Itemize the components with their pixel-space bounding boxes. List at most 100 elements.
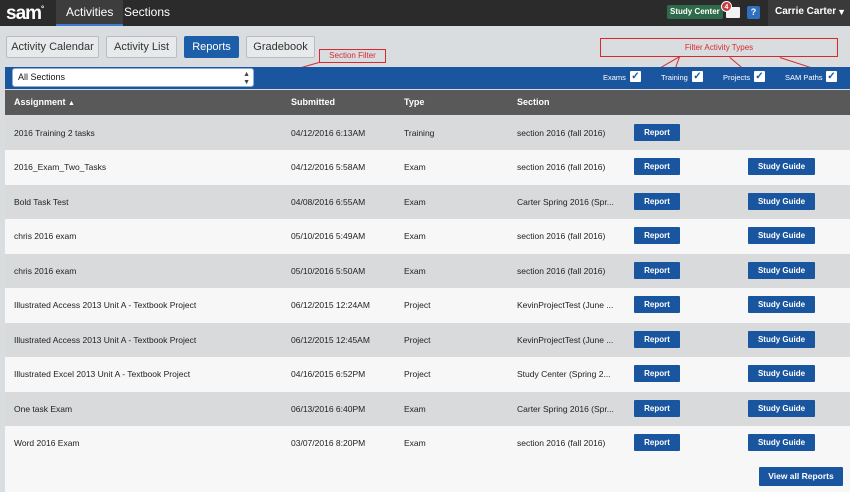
- user-menu[interactable]: Carrie Carter ▼: [768, 0, 850, 26]
- cell-section: Carter Spring 2016 (Spr...: [517, 196, 614, 207]
- report-button[interactable]: Report: [634, 158, 680, 175]
- study-guide-button[interactable]: Study Guide: [748, 399, 815, 417]
- chevron-down-icon: ▼: [837, 7, 846, 17]
- cell-section: section 2016 (fall 2016): [517, 265, 606, 276]
- cell-section: section 2016 (fall 2016): [517, 127, 606, 138]
- sam-logo[interactable]: sam°: [6, 3, 44, 25]
- cell-submitted: 06/13/2016 6:40PM: [291, 403, 366, 414]
- section-filter-callout: Section Filter: [319, 49, 386, 63]
- cell-type: Project: [404, 369, 431, 379]
- filter-types-callout: Filter Activity Types: [600, 38, 838, 57]
- cell-submitted: 03/07/2016 8:20PM: [291, 438, 366, 448]
- report-button[interactable]: Report: [634, 261, 680, 279]
- sam-paths-checkbox[interactable]: ✓: [826, 71, 837, 82]
- study-guide-button[interactable]: Study Guide: [748, 227, 815, 244]
- study-guide-button[interactable]: Study Guide: [748, 296, 815, 313]
- logo-mark: °: [41, 4, 44, 14]
- filter-label-sam-paths: SAM Paths: [785, 73, 823, 82]
- cell-type: Training: [404, 127, 435, 138]
- cell-submitted: 06/12/2015 12:45AM: [291, 334, 370, 345]
- exams-checkbox[interactable]: ✓: [630, 71, 641, 82]
- cell-type: Project: [404, 300, 431, 310]
- cell-section: section 2016 (fall 2016): [517, 438, 606, 448]
- section-select[interactable]: All Sections ▲ ▼: [12, 68, 254, 87]
- table-row: chris 2016 exam 05/10/2016 5:49AM Exam sect…: [5, 219, 850, 254]
- cell-section: Study Center (Spring 2...: [517, 369, 611, 379]
- tab-gradebook[interactable]: Gradebook: [246, 36, 315, 58]
- cell-submitted: 04/12/2016 6:13AM: [291, 127, 366, 138]
- filter-label-exams: Exams: [603, 73, 626, 82]
- cell-section: section 2016 (fall 2016): [517, 162, 606, 172]
- cell-assignment: 2016_Exam_Two_Tasks: [14, 162, 107, 172]
- table-header: Assignment ▲ Submitted Type Section: [5, 90, 850, 115]
- select-arrows-icon: ▲ ▼: [243, 71, 250, 86]
- cell-type: Project: [404, 334, 431, 345]
- cell-assignment: Illustrated Access 2013 Unit A - Textboo…: [14, 334, 197, 345]
- filter-bar: All Sections ▲ ▼ Exams ✓ Training ✓ Proje…: [5, 67, 850, 89]
- table-row: Word 2016 Exam 03/07/2016 8:20PM Exam secti…: [5, 426, 850, 461]
- report-button[interactable]: Report: [634, 330, 680, 348]
- cell-submitted: 04/08/2016 6:55AM: [291, 196, 366, 207]
- tab-activity-list[interactable]: Activity List: [106, 36, 177, 58]
- report-button[interactable]: Report: [634, 227, 680, 244]
- cell-type: Exam: [404, 403, 426, 414]
- study-guide-button[interactable]: Study Guide: [748, 158, 815, 175]
- header-section[interactable]: Section: [517, 90, 550, 115]
- study-guide-button[interactable]: Study Guide: [748, 365, 815, 382]
- table-row: Illustrated Access 2013 Unit A - Textboo…: [5, 322, 850, 357]
- cell-submitted: 05/10/2016 5:50AM: [291, 265, 366, 276]
- table-row: 2016_Exam_Two_Tasks 04/12/2016 5:58AM Exam…: [5, 150, 850, 185]
- study-guide-button[interactable]: Study Guide: [748, 434, 815, 451]
- study-center-button[interactable]: Study Center: [667, 5, 723, 19]
- cell-submitted: 05/10/2016 5:49AM: [291, 231, 366, 241]
- view-all-reports-button[interactable]: View all Reports: [759, 467, 843, 486]
- cell-submitted: 06/12/2015 12:24AM: [291, 300, 370, 310]
- report-button[interactable]: Report: [634, 399, 680, 417]
- cell-section: KevinProjectTest (June ...: [517, 334, 614, 345]
- study-guide-button[interactable]: Study Guide: [748, 192, 815, 210]
- tab-reports[interactable]: Reports: [184, 36, 239, 58]
- cell-assignment: One task Exam: [14, 403, 73, 414]
- cell-type: Exam: [404, 231, 426, 241]
- projects-checkbox[interactable]: ✓: [754, 71, 765, 82]
- report-button[interactable]: Report: [634, 123, 680, 141]
- cell-type: Exam: [404, 438, 426, 448]
- help-icon[interactable]: ?: [747, 6, 760, 19]
- header-assignment[interactable]: Assignment ▲: [14, 90, 75, 116]
- cell-section: Carter Spring 2016 (Spr...: [517, 403, 614, 414]
- filter-label-training: Training: [661, 73, 688, 82]
- table-row: Bold Task Test 04/08/2016 6:55AM Exam Carte…: [5, 184, 850, 219]
- table-row: Illustrated Access 2013 Unit A - Textboo…: [5, 288, 850, 323]
- cell-assignment: Illustrated Access 2013 Unit A - Textboo…: [14, 300, 197, 310]
- cell-submitted: 04/12/2016 5:58AM: [291, 162, 366, 172]
- notification-badge: 4: [721, 1, 732, 12]
- training-checkbox[interactable]: ✓: [692, 71, 703, 82]
- report-button[interactable]: Report: [634, 296, 680, 313]
- cell-type: Exam: [404, 162, 426, 172]
- table-row: One task Exam 06/13/2016 6:40PM Exam Carter…: [5, 391, 850, 426]
- nav-tab-sections[interactable]: Sections: [114, 0, 180, 26]
- section-select-value: All Sections: [18, 72, 66, 82]
- cell-submitted: 04/16/2015 6:52PM: [291, 369, 366, 379]
- cell-type: Exam: [404, 196, 426, 207]
- cell-section: section 2016 (fall 2016): [517, 231, 606, 241]
- header-assignment-label: Assignment: [14, 97, 66, 107]
- report-button[interactable]: Report: [634, 365, 680, 382]
- table-row: 2016 Training 2 tasks 04/12/2016 6:13AM Tr…: [5, 115, 850, 150]
- report-button[interactable]: Report: [634, 434, 680, 451]
- study-guide-button[interactable]: Study Guide: [748, 330, 815, 348]
- study-guide-button[interactable]: Study Guide: [748, 261, 815, 279]
- header-type[interactable]: Type: [404, 90, 424, 115]
- table-footer: View all Reports: [5, 461, 850, 492]
- cell-assignment: Word 2016 Exam: [14, 438, 80, 448]
- table-row: chris 2016 exam 05/10/2016 5:50AM Exam sect…: [5, 253, 850, 288]
- filter-label-projects: Projects: [723, 73, 751, 82]
- tab-activity-calendar[interactable]: Activity Calendar: [6, 36, 99, 58]
- cell-section: KevinProjectTest (June ...: [517, 300, 614, 310]
- top-nav: sam° Activities Sections Study Center 4 …: [0, 0, 850, 26]
- logo-text: sam: [6, 3, 42, 24]
- cell-assignment: 2016 Training 2 tasks: [14, 127, 95, 138]
- report-button[interactable]: Report: [634, 192, 680, 210]
- cell-assignment: chris 2016 exam: [14, 231, 77, 241]
- header-submitted[interactable]: Submitted: [291, 90, 335, 115]
